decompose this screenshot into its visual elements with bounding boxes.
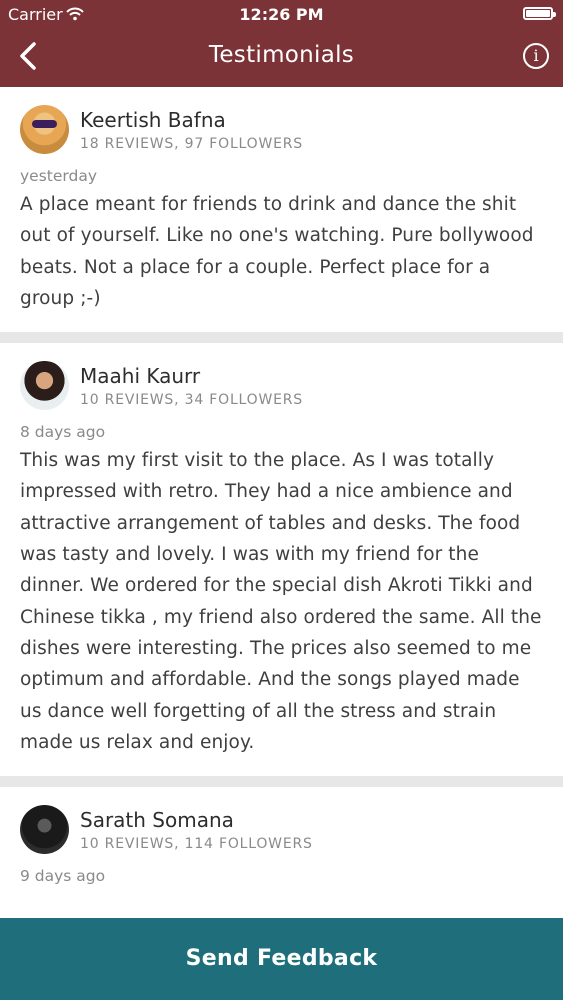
send-feedback-button[interactable]: Send Feedback bbox=[0, 918, 563, 1000]
reviewer-stats: 10 REVIEWS, 114 FOLLOWERS bbox=[80, 835, 313, 852]
review-header: Maahi Kaurr 10 REVIEWS, 34 FOLLOWERS bbox=[20, 361, 543, 411]
status-bar: Carrier 12:26 PM bbox=[0, 0, 563, 30]
reviewer-name[interactable]: Maahi Kaurr bbox=[80, 364, 303, 388]
review-header: Sarath Somana 10 REVIEWS, 114 FOLLOWERS bbox=[20, 805, 543, 855]
page-title: Testimonials bbox=[208, 42, 355, 68]
navigation-bar: Testimonials i bbox=[0, 30, 563, 87]
avatar[interactable] bbox=[20, 805, 69, 855]
divider bbox=[0, 332, 563, 344]
review-card: Maahi Kaurr 10 REVIEWS, 34 FOLLOWERS 8 d… bbox=[0, 343, 563, 777]
testimonials-list[interactable]: Keertish Bafna 18 REVIEWS, 97 FOLLOWERS … bbox=[0, 87, 563, 918]
review-text: A place meant for friends to drink and d… bbox=[20, 194, 534, 309]
reviewer-stats: 10 REVIEWS, 34 FOLLOWERS bbox=[80, 391, 303, 408]
battery-icon bbox=[523, 7, 556, 20]
reviewer-name[interactable]: Sarath Somana bbox=[80, 808, 313, 832]
reviewer-name[interactable]: Keertish Bafna bbox=[80, 108, 303, 132]
avatar[interactable] bbox=[20, 105, 69, 154]
review-time: 8 days ago bbox=[20, 423, 106, 442]
review-text: This was my first visit to the place. As… bbox=[20, 450, 542, 753]
reviewer-info: Sarath Somana 10 REVIEWS, 114 FOLLOWERS bbox=[80, 808, 313, 852]
divider bbox=[0, 776, 563, 788]
reviewer-info: Maahi Kaurr 10 REVIEWS, 34 FOLLOWERS bbox=[80, 364, 303, 408]
reviewer-stats: 18 REVIEWS, 97 FOLLOWERS bbox=[80, 135, 303, 152]
status-time: 12:26 PM bbox=[239, 5, 324, 24]
review-header: Keertish Bafna 18 REVIEWS, 97 FOLLOWERS bbox=[20, 105, 543, 154]
info-icon: i bbox=[533, 46, 539, 65]
review-card: Sarath Somana 10 REVIEWS, 114 FOLLOWERS … bbox=[0, 787, 563, 904]
review-card: Keertish Bafna 18 REVIEWS, 97 FOLLOWERS … bbox=[0, 87, 563, 333]
top-bar: Carrier 12:26 PM Testimonials i bbox=[0, 0, 563, 87]
avatar[interactable] bbox=[20, 361, 69, 411]
review-time: yesterday bbox=[20, 167, 98, 185]
info-button[interactable]: i bbox=[523, 43, 549, 69]
review-time: 9 days ago bbox=[20, 867, 106, 886]
reviewer-info: Keertish Bafna 18 REVIEWS, 97 FOLLOWERS bbox=[80, 108, 303, 152]
